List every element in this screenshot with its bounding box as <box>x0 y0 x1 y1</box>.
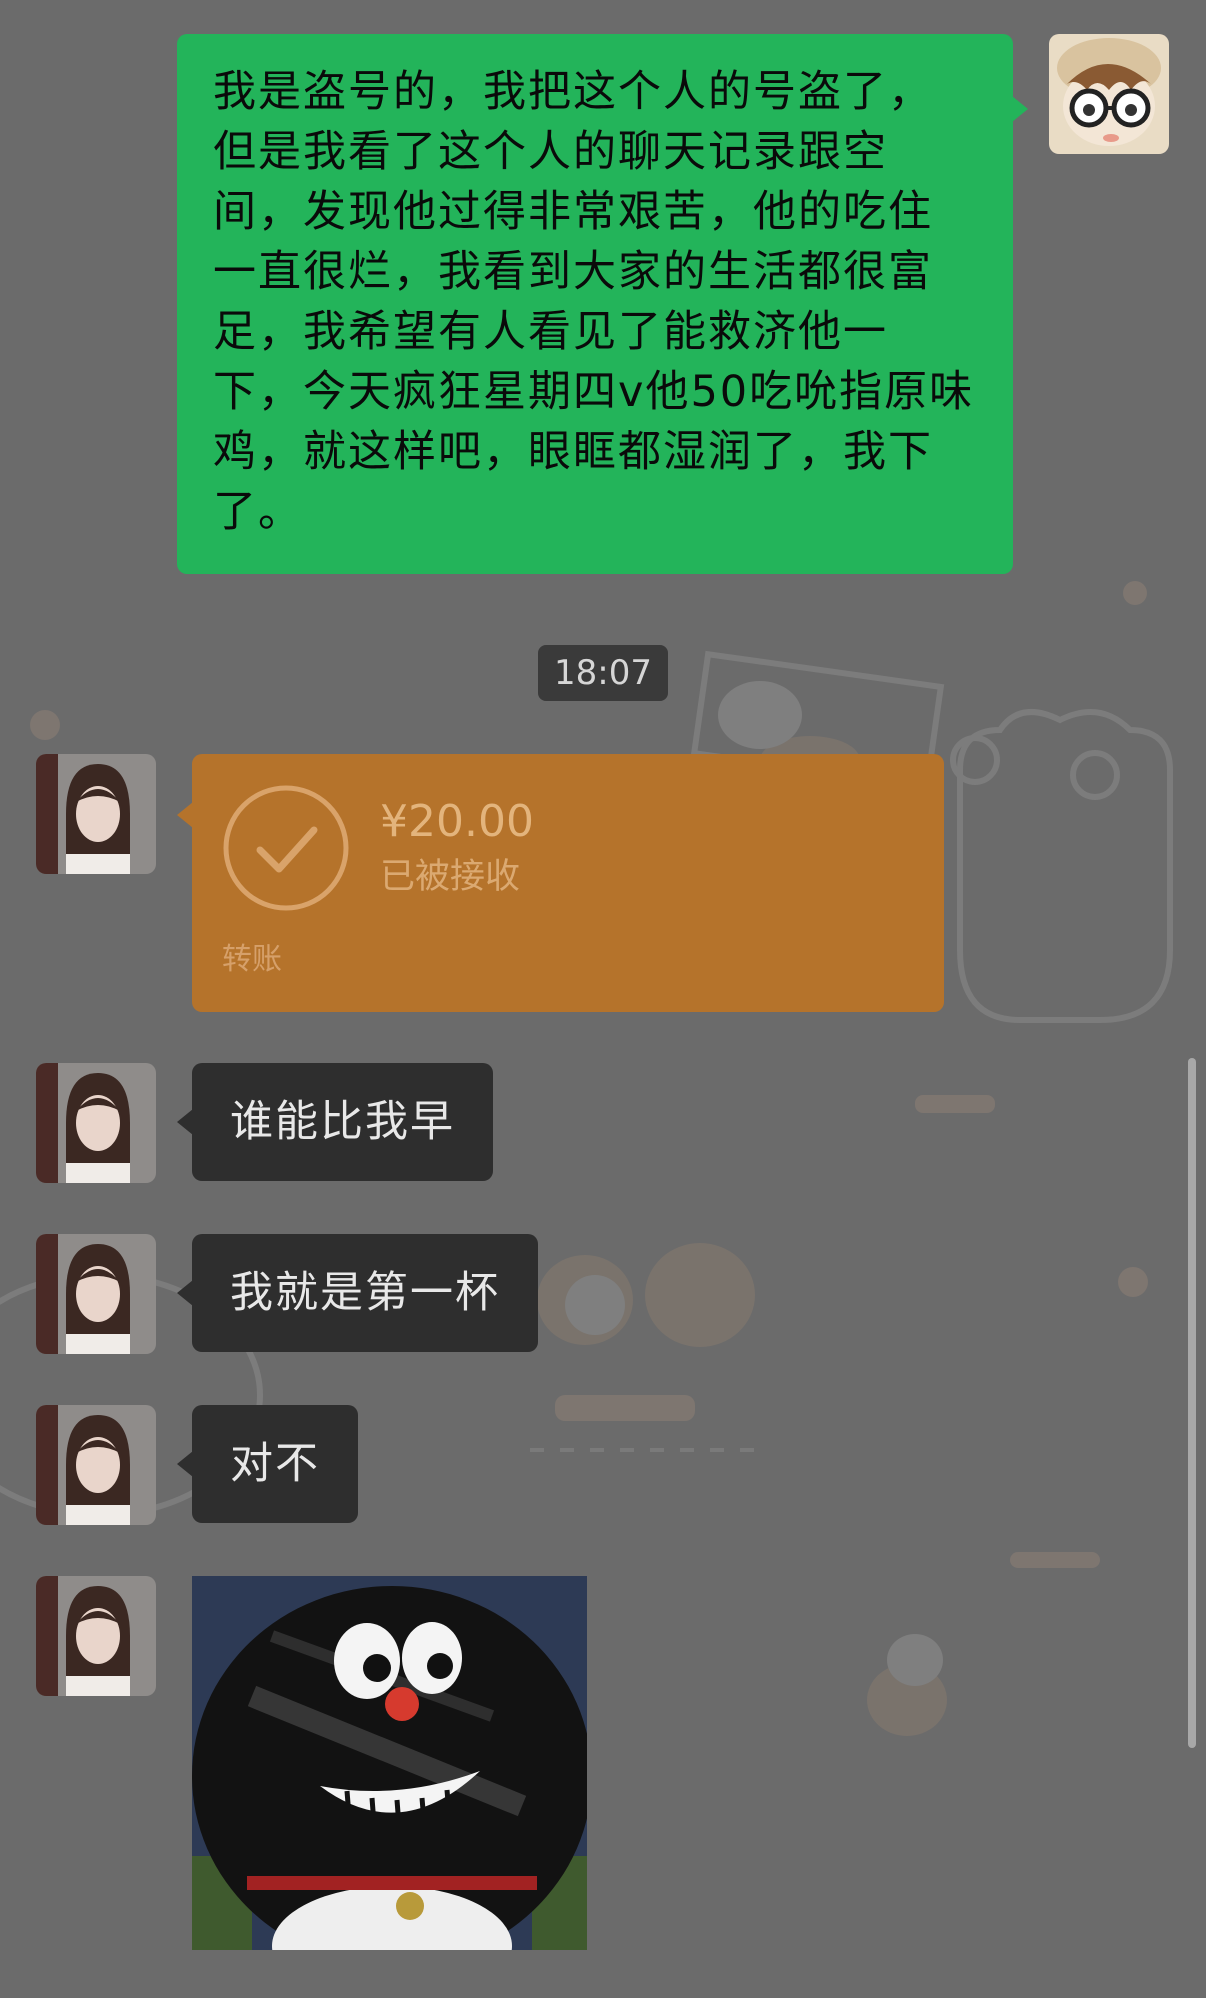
contact-avatar[interactable] <box>36 1234 156 1354</box>
bubble-tail <box>177 1451 193 1477</box>
scrollbar[interactable] <box>1188 1058 1196 1748</box>
grinning-cat-sticker <box>192 1576 587 1950</box>
message-text: 对不 <box>230 1439 320 1489</box>
contact-avatar[interactable] <box>36 1063 156 1183</box>
message-timestamp: 18:07 <box>538 645 668 701</box>
bubble-tail <box>177 1280 193 1306</box>
check-circle-icon <box>223 785 349 911</box>
incoming-message-bubble[interactable]: 我就是第一杯 <box>177 1234 538 1352</box>
bubble-tail <box>177 1109 193 1135</box>
image-message[interactable] <box>192 1576 587 1950</box>
self-avatar[interactable] <box>1049 34 1169 154</box>
contact-avatar[interactable] <box>36 1405 156 1525</box>
incoming-message-bubble[interactable]: 谁能比我早 <box>177 1063 493 1181</box>
bubble-tail <box>1012 96 1028 122</box>
message-text: 我就是第一杯 <box>230 1268 500 1318</box>
transfer-card[interactable]: ¥20.00 已被接收 转账 <box>177 754 944 1012</box>
transfer-amount: ¥20.00 <box>380 796 534 847</box>
message-text: 谁能比我早 <box>230 1097 455 1147</box>
contact-avatar[interactable] <box>36 754 156 874</box>
transfer-status: 已被接收 <box>380 857 521 897</box>
transfer-label: 转账 <box>222 942 282 977</box>
contact-avatar[interactable] <box>36 1576 156 1696</box>
outgoing-message-bubble[interactable]: 我是盗号的，我把这个人的号盗了，但是我看了这个人的聊天记录跟空间，发现他过得非常… <box>177 34 1028 574</box>
incoming-message-bubble[interactable]: 对不 <box>177 1405 358 1523</box>
message-text: 我是盗号的，我把这个人的号盗了，但是我看了这个人的聊天记录跟空间，发现他过得非常… <box>213 67 975 537</box>
bubble-tail <box>177 802 193 828</box>
